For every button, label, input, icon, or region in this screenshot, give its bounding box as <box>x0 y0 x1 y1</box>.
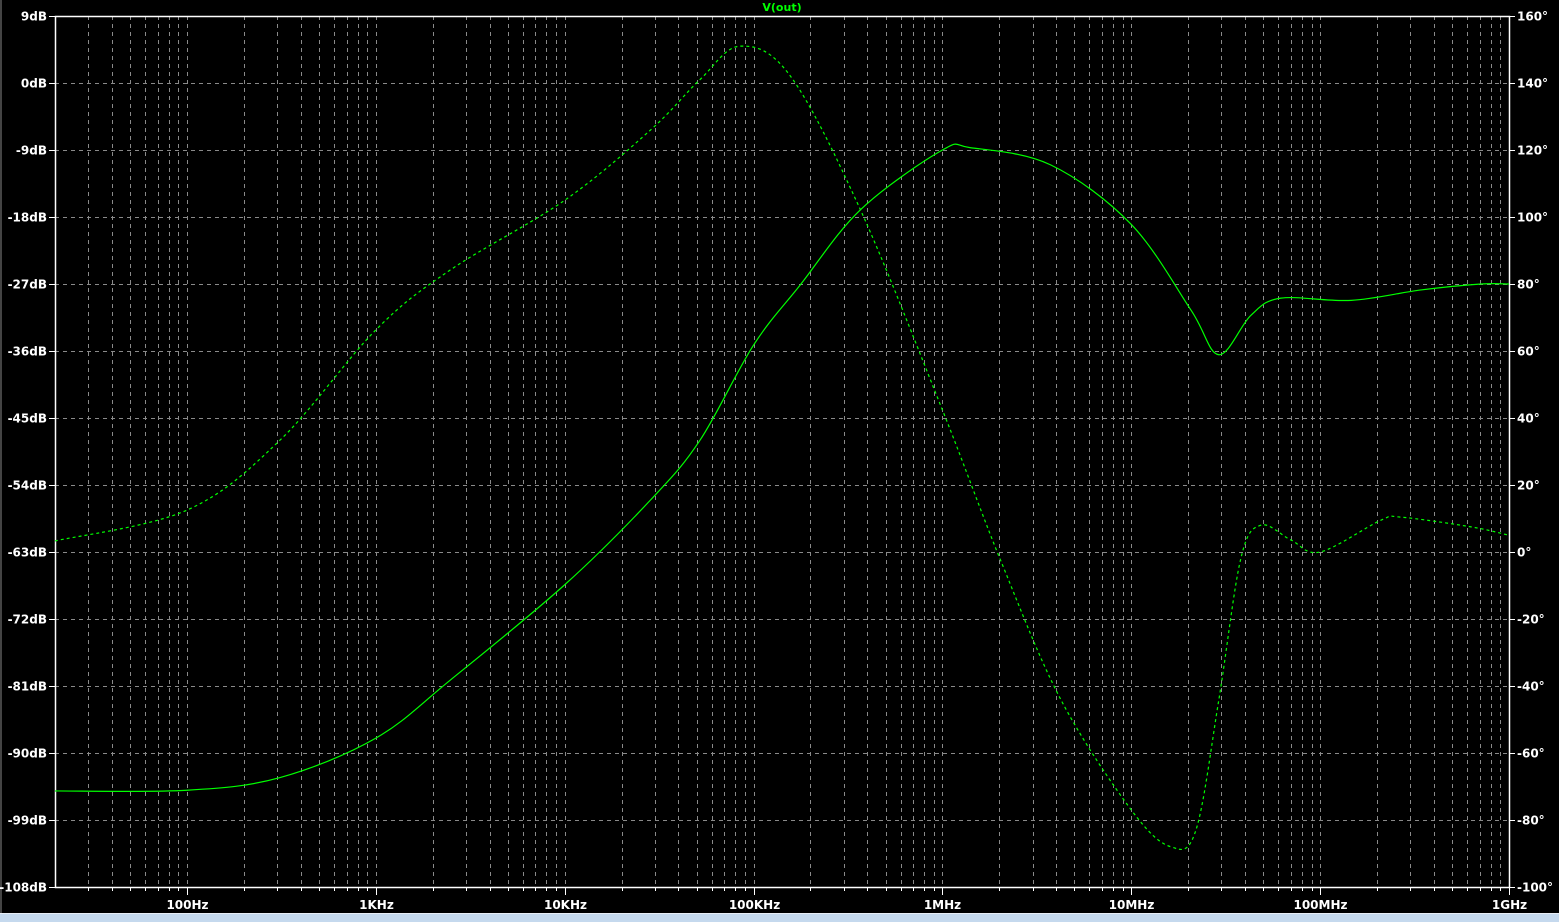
phase-curve <box>54 45 1510 851</box>
y-left-tick-label: -108dB <box>0 881 47 895</box>
y-right-tick-label: 100° <box>1517 211 1548 225</box>
y-left-tick-label: 9dB <box>21 10 47 24</box>
y-left-tick-label: -27dB <box>8 278 47 292</box>
y-right-tick-label: 40° <box>1517 412 1540 426</box>
y-left-tick-label: -45dB <box>8 412 47 426</box>
x-tick-label: 100KHz <box>729 898 780 912</box>
y-left-tick-label: -99dB <box>8 814 47 828</box>
y-left-tick-label: 0dB <box>21 77 47 91</box>
y-left-tick-label: -54dB <box>8 479 47 493</box>
y-right-tick-label: 20° <box>1517 479 1540 493</box>
x-tick-label: 10MHz <box>1109 898 1155 912</box>
grid <box>55 16 1509 887</box>
x-tick-label: 1KHz <box>359 898 394 912</box>
y-right-tick-label: 80° <box>1517 278 1540 292</box>
chart-title: V(out) <box>762 1 801 14</box>
x-tick-label: 1MHz <box>924 898 961 912</box>
y-right-tick-label: -40° <box>1517 680 1545 694</box>
x-tick-label: 100MHz <box>1293 898 1347 912</box>
y-right-tick-label: 140° <box>1517 77 1548 91</box>
series <box>54 45 1510 851</box>
y-right-tick-label: 120° <box>1517 144 1548 158</box>
y-right-tick-label: 0° <box>1517 546 1531 560</box>
y-left-tick-label: -72dB <box>8 613 47 627</box>
x-tick-label: 10KHz <box>544 898 587 912</box>
x-tick-label: 1GHz <box>1492 898 1527 912</box>
y-right-tick-label: -100° <box>1517 881 1553 895</box>
y-right-tick-label: 60° <box>1517 345 1540 359</box>
y-right-tick-label: -20° <box>1517 613 1545 627</box>
y-right-tick-label: 160° <box>1517 10 1548 24</box>
y-left-tick-label: -90dB <box>8 747 47 761</box>
bode-plot: 9dB 0dB -9dB -18dB -27dB -36dB -45dB -54dB -63dB… <box>0 1 1553 912</box>
y-right-tick-label: -60° <box>1517 747 1545 761</box>
y-left-tick-label: -63dB <box>8 546 47 560</box>
magnitude-curve <box>54 143 1510 793</box>
y-left-tick-label: -9dB <box>16 144 47 158</box>
y-left-tick-label: -36dB <box>8 345 47 359</box>
y-right-tick-label: -80° <box>1517 814 1545 828</box>
y-left-tick-label: -81dB <box>8 680 47 694</box>
x-tick-label: 100Hz <box>166 898 208 912</box>
y-left-tick-label: -18dB <box>8 211 47 225</box>
